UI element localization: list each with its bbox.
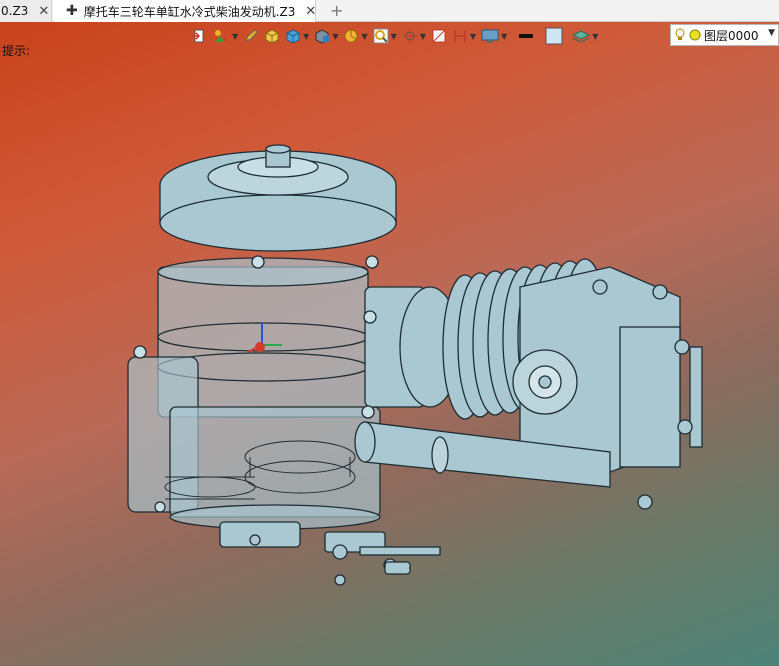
chevron-down-icon: ▼ [232,31,239,41]
layer-label: 图层0000 [704,28,759,43]
shaded-box-button[interactable] [263,25,281,47]
layer-status-icon [689,29,701,41]
display-settings-button[interactable]: ▼ [480,25,508,47]
pulley-face [159,194,397,252]
layer-stack-icon [572,30,591,43]
pie-display-button[interactable]: ▼ [342,25,368,47]
face-color-button[interactable] [544,25,564,47]
new-tab-button[interactable]: + [330,1,343,20]
chevron-down-icon: ▼ [592,31,599,41]
pencil-icon [245,29,258,42]
solid-display-button[interactable]: ▼ [284,25,310,47]
close-icon[interactable]: ✕ [305,4,316,19]
dimension-icon [454,30,466,42]
solid-cube-icon [286,29,300,44]
tab-active-document[interactable]: ✚ 摩托车三轮车单缸水冷式柴油发动机.Z3 ✕ [53,0,316,22]
face-color-icon [545,27,563,45]
line-color-button[interactable] [517,25,535,47]
view-transform-icon [192,29,204,43]
section-view-button[interactable] [430,25,448,47]
view-transform-button[interactable] [190,25,208,47]
point-snap-icon [215,30,227,42]
layer-dropdown[interactable]: 图层0000 ▼ [670,24,779,46]
dimension-button[interactable]: ▼ [451,25,477,47]
chevron-down-icon: ▼ [390,31,397,41]
modified-marker-icon: ✚ [66,3,78,19]
3d-viewport[interactable]: 提示: ▼ ▼ ▼ ▼ ▼ ▼ ▼ ▼ ▼ 图层0000 ▼ [0,22,779,666]
engine-3d-model[interactable] [100,127,720,587]
view-toolbar: ▼ ▼ ▼ ▼ ▼ ▼ ▼ ▼ ▼ [190,24,599,48]
render-mode-icon [315,29,330,44]
tab-previous-document[interactable]: 0.Z3 ✕ [0,0,52,22]
chevron-down-icon: ▼ [469,31,477,41]
pick-filter-button[interactable]: ▼ [401,25,427,47]
chevron-down-icon: ▼ [419,31,426,41]
pie-display-icon [344,29,358,43]
layer-manager-button[interactable]: ▼ [571,25,599,47]
close-icon[interactable]: ✕ [38,4,49,19]
chevron-down-icon: ▼ [501,31,508,41]
render-mode-button[interactable]: ▼ [313,25,339,47]
chevron-down-icon: ▼ [361,31,368,41]
prompt-label: 提示: [2,44,31,58]
box-shade-icon [265,29,279,44]
section-icon [432,29,446,43]
tab-label: 摩托车三轮车单缸水冷式柴油发动机.Z3 [83,4,296,19]
pick-filter-icon [402,29,417,43]
lightbulb-icon [675,28,685,40]
tab-label: 0.Z3 [1,4,29,18]
zoom-button[interactable]: ▼ [372,25,398,47]
document-tab-bar: 0.Z3 ✕ ✚ 摩托车三轮车单缸水冷式柴油发动机.Z3 ✕ + [0,0,779,22]
line-color-icon [519,34,534,38]
display-settings-icon [481,29,499,43]
chevron-down-icon: ▼ [303,31,310,41]
governor-linkage [219,521,441,586]
zoom-icon [373,28,389,44]
point-snap-button[interactable]: ▼ [211,25,239,47]
sketch-button[interactable] [242,25,260,47]
chevron-down-icon: ▼ [768,28,775,38]
chevron-down-icon: ▼ [332,31,339,41]
